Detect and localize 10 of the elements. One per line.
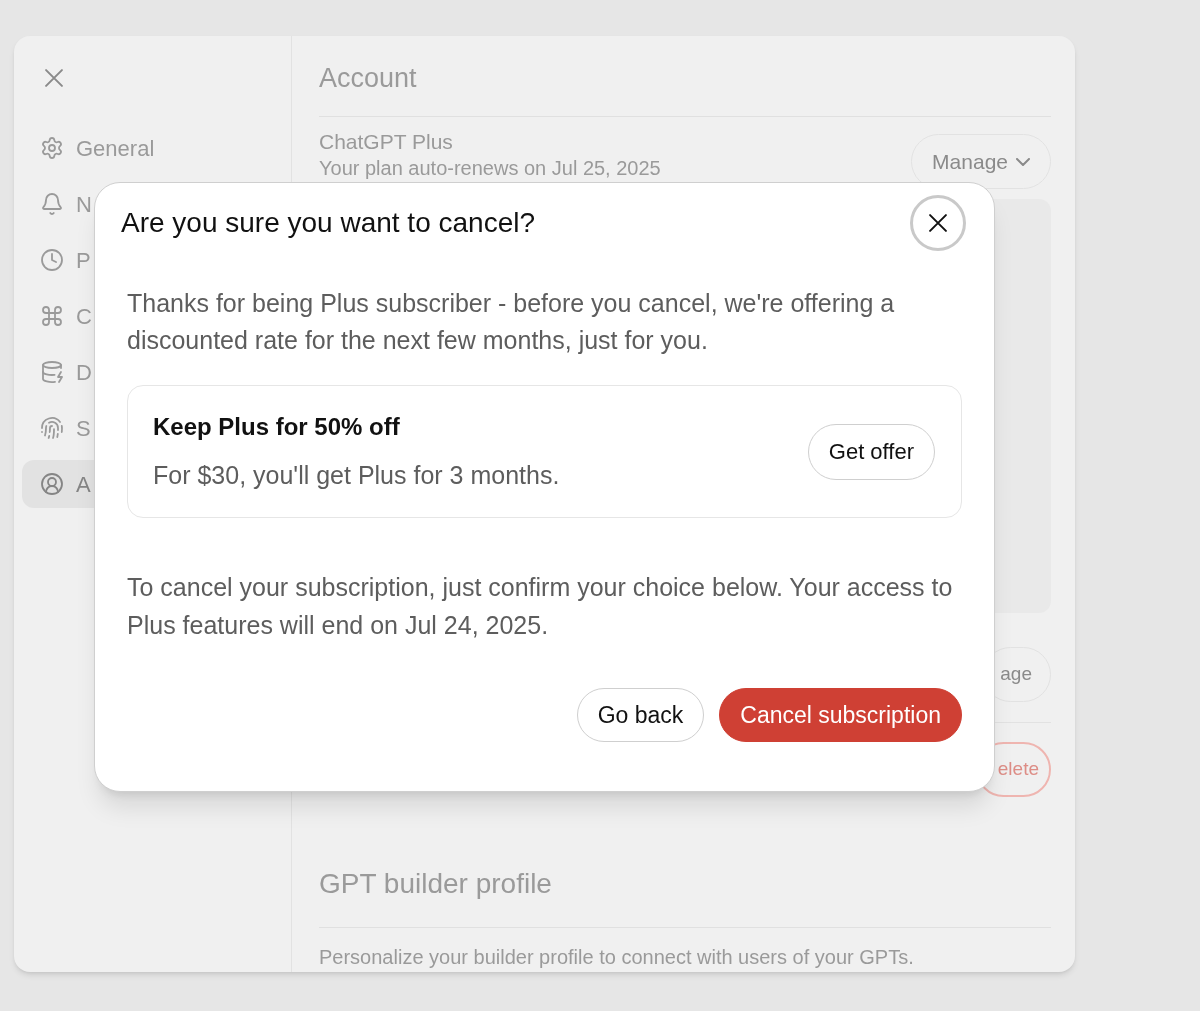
- section-title: GPT builder profile: [319, 867, 553, 901]
- offer-intro-text: Thanks for being Plus subscriber - before you cancel, we're offering a discounted rate for the next few months, just for you.: [126, 288, 896, 356]
- plan-name: ChatGPT Plus: [319, 129, 454, 154]
- plan-renewal-text: Your plan auto-renews on Jul 25, 2025: [319, 156, 662, 180]
- offer-detail: For $30, you'll get Plus for 3 months.: [153, 459, 560, 491]
- section-title: Account: [319, 62, 418, 94]
- cancel-note-text: To cancel your subscription, just confirm your choice below. Your access to Plus features will end on Jul 24, 2025.: [126, 572, 954, 641]
- builder-description: Personalize your builder profile to connect with users of your GPTs.: [319, 945, 915, 970]
- offer-title: Keep Plus for 50% off: [153, 411, 401, 442]
- dialog-title: Are you sure you want to cancel?: [121, 206, 535, 240]
